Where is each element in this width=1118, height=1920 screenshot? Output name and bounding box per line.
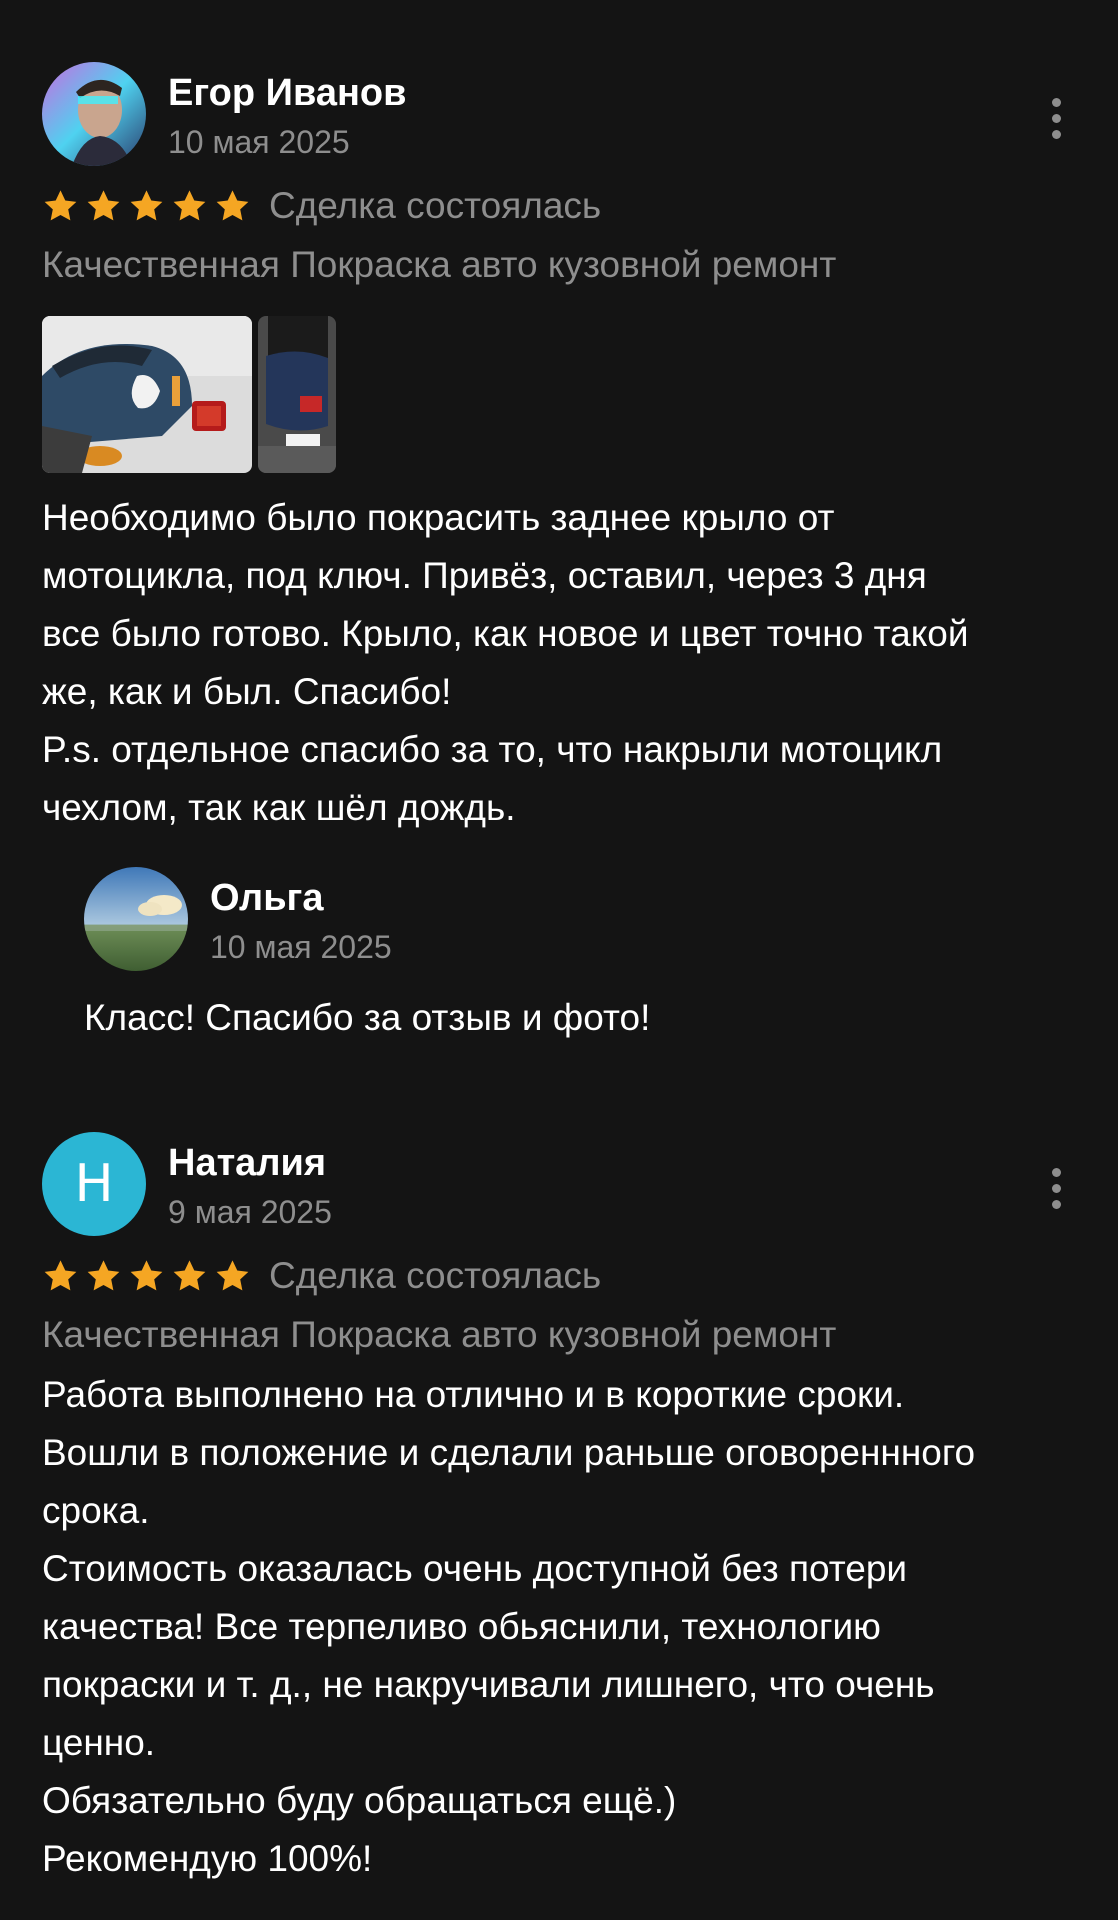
- more-vertical-icon: [1051, 1167, 1061, 1177]
- review-photo[interactable]: [42, 316, 252, 473]
- reply-date: 10 мая 2025: [210, 929, 392, 965]
- review-text-line: ценно.: [42, 1722, 156, 1763]
- reply-header: Ольга 10 мая 2025: [84, 867, 1076, 977]
- deal-status: Сделка состоялась: [269, 1255, 602, 1296]
- review-text-line: все было готово. Крыло, как новое и цвет…: [42, 613, 969, 654]
- review-text-line: чехлом, так как шёл дождь.: [42, 787, 516, 828]
- review-text: Необходимо было покрасить заднее крыло о…: [42, 489, 1076, 837]
- review-text: Работа выполнено на отлично и в короткие…: [42, 1366, 1076, 1888]
- review-text-line: же, как и был. Спасибо!: [42, 671, 452, 712]
- review-text-line: P.s. отдельное спасибо за то, что накрыл…: [42, 729, 943, 770]
- more-vertical-icon-dot: [1051, 1199, 1061, 1209]
- owner-reply: Ольга 10 мая 2025 Класс! Спасибо за отзы…: [84, 867, 1076, 1047]
- more-vertical-icon: [1051, 97, 1061, 107]
- review-text-line: мотоцикла, под ключ. Привёз, оставил, че…: [42, 555, 927, 596]
- star-icon: [173, 189, 206, 220]
- deal-status: Сделка состоялась: [269, 185, 602, 226]
- review-text-line: Работа выполнено на отлично и в короткие…: [42, 1374, 905, 1415]
- star-icon: [87, 189, 120, 220]
- review-text-line: качества! Все терпеливо обьяснили, техно…: [42, 1606, 881, 1647]
- avatar[interactable]: [42, 62, 146, 166]
- star-icon: [216, 189, 249, 220]
- author-name[interactable]: Наталия: [168, 1142, 326, 1185]
- review-text-line: срока.: [42, 1490, 150, 1531]
- review-photos: [42, 316, 1076, 473]
- star-rating: [42, 1258, 251, 1295]
- review-text-line: покраски и т. д., не накручивали лишнего…: [42, 1664, 935, 1705]
- avatar[interactable]: [84, 867, 188, 971]
- review-date: 9 мая 2025: [168, 1194, 332, 1230]
- review-text-line: Вошли в положение и сделали раньше огово…: [42, 1432, 976, 1473]
- more-vertical-icon-dot: [1051, 113, 1061, 123]
- star-icon: [130, 189, 163, 220]
- review-header: Н Наталия 9 мая 2025: [42, 1132, 1076, 1242]
- review-card: Н Наталия 9 мая 2025 Сделка состоялась К…: [42, 1132, 1076, 1888]
- avatar-initial: Н: [74, 1154, 114, 1214]
- avatar[interactable]: Н: [42, 1132, 146, 1236]
- review-header: Егор Иванов 10 мая 2025: [42, 62, 1076, 172]
- review-photo[interactable]: [258, 316, 336, 473]
- review-card: Егор Иванов 10 мая 2025 Сделка состоялас…: [42, 62, 1076, 1047]
- more-vertical-icon-dot: [1051, 1183, 1061, 1193]
- rating-row: Сделка состоялась: [42, 1248, 1076, 1304]
- star-icon: [87, 1259, 120, 1290]
- star-icon: [173, 1259, 206, 1290]
- author-name[interactable]: Егор Иванов: [168, 72, 406, 115]
- star-rating: [42, 188, 251, 225]
- rating-row: Сделка состоялась: [42, 178, 1076, 234]
- reply-author-name[interactable]: Ольга: [210, 877, 324, 920]
- review-text-line: Обязательно буду обращаться ещё.): [42, 1780, 677, 1821]
- review-text-line: Стоимость оказалась очень доступной без …: [42, 1548, 908, 1589]
- review-date: 10 мая 2025: [168, 124, 350, 160]
- review-text-line: Рекомендую 100%!: [42, 1838, 373, 1879]
- star-icon: [216, 1259, 249, 1290]
- reply-text: Класс! Спасибо за отзыв и фото!: [84, 997, 651, 1038]
- review-text-line: Необходимо было покрасить заднее крыло о…: [42, 497, 835, 538]
- more-vertical-icon-dot: [1051, 129, 1061, 139]
- more-options-button[interactable]: [1036, 90, 1076, 146]
- service-name: Качественная Покраска авто кузовной ремо…: [42, 244, 837, 285]
- service-name: Качественная Покраска авто кузовной ремо…: [42, 1314, 837, 1355]
- more-options-button[interactable]: [1036, 1160, 1076, 1216]
- star-icon: [130, 1259, 163, 1290]
- star-icon: [44, 189, 77, 220]
- star-icon: [44, 1259, 77, 1290]
